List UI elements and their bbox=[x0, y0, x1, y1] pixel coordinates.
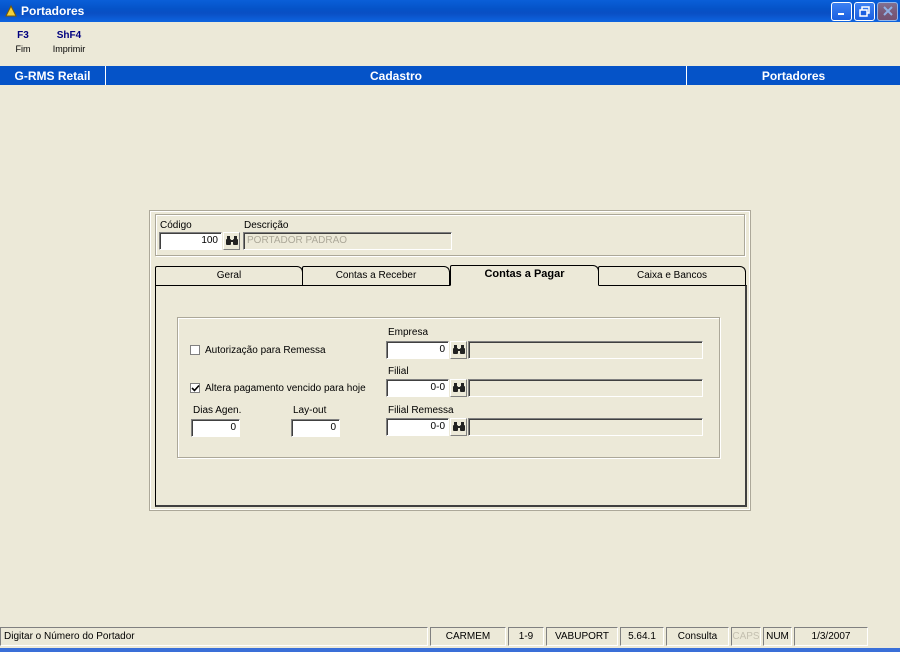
filial-search-button[interactable] bbox=[450, 379, 467, 397]
dias-label: Dias Agen. bbox=[193, 405, 242, 416]
fkey-shf4[interactable]: ShF4 Imprimir bbox=[46, 30, 92, 54]
fkey-key: F3 bbox=[17, 30, 29, 41]
filial-remessa-label: Filial Remessa bbox=[388, 405, 454, 416]
codigo-input[interactable]: 100 bbox=[159, 232, 222, 250]
status-bar: Digitar o Número do Portador CARMEM 1-9 … bbox=[0, 627, 900, 646]
descricao-field: PORTADOR PADRAO bbox=[243, 232, 452, 250]
function-keys: F3 Fim ShF4 Imprimir bbox=[0, 30, 92, 54]
empresa-description bbox=[468, 341, 703, 359]
window-title: Portadores bbox=[21, 4, 85, 18]
fkey-label: Imprimir bbox=[52, 44, 86, 54]
status-code: 1-9 bbox=[508, 627, 544, 646]
status-mode: Consulta bbox=[666, 627, 729, 646]
module-header: G-RMS Retail Cadastro Portadores bbox=[0, 66, 900, 85]
app-icon bbox=[5, 4, 17, 17]
fkey-label: Fim bbox=[15, 44, 31, 54]
status-message: Digitar o Número do Portador bbox=[0, 627, 428, 646]
filial-label: Filial bbox=[388, 366, 409, 377]
altera-label: Altera pagamento vencido para hoje bbox=[205, 383, 366, 394]
status-program: VABUPORT bbox=[546, 627, 618, 646]
layout-input[interactable]: 0 bbox=[291, 419, 340, 437]
minimize-button[interactable] bbox=[831, 1, 852, 21]
app-name: G-RMS Retail bbox=[0, 66, 106, 85]
fkey-f3[interactable]: F3 Fim bbox=[0, 30, 46, 54]
binoculars-icon bbox=[452, 383, 465, 392]
empresa-search-button[interactable] bbox=[450, 341, 467, 359]
status-date: 1/3/2007 bbox=[794, 627, 868, 646]
empresa-input[interactable]: 0 bbox=[386, 341, 449, 359]
fkey-key: ShF4 bbox=[56, 30, 82, 41]
empresa-label: Empresa bbox=[388, 327, 429, 338]
filial-remessa-input[interactable]: 0-0 bbox=[386, 418, 449, 436]
autorizacao-checkbox[interactable] bbox=[190, 345, 200, 355]
altera-checkbox[interactable] bbox=[190, 383, 200, 393]
module-name: Portadores bbox=[761, 68, 826, 83]
restore-icon bbox=[859, 5, 870, 17]
title-bar: Portadores bbox=[0, 0, 900, 22]
status-caps: CAPS bbox=[731, 627, 761, 646]
checkmark-icon bbox=[191, 384, 200, 392]
tab-geral[interactable]: Geral bbox=[155, 266, 303, 285]
dias-input[interactable]: 0 bbox=[191, 419, 240, 437]
codigo-search-button[interactable] bbox=[223, 232, 240, 250]
minimize-icon bbox=[837, 13, 844, 15]
codigo-label: Código bbox=[160, 220, 192, 231]
close-button[interactable] bbox=[877, 1, 898, 21]
tab-contas-pagar[interactable]: Contas a Pagar bbox=[450, 265, 599, 286]
section-name: Cadastro bbox=[106, 66, 687, 85]
layout-label: Lay-out bbox=[293, 405, 327, 416]
close-icon bbox=[882, 6, 893, 16]
filial-remessa-search-button[interactable] bbox=[450, 418, 467, 436]
filial-remessa-description bbox=[468, 418, 703, 436]
taskbar-edge bbox=[0, 648, 900, 652]
tab-caixa-bancos[interactable]: Caixa e Bancos bbox=[598, 266, 746, 285]
binoculars-icon bbox=[452, 345, 465, 354]
filial-description bbox=[468, 379, 703, 397]
restore-button[interactable] bbox=[854, 1, 875, 21]
status-user: CARMEM bbox=[430, 627, 506, 646]
autorizacao-label: Autorização para Remessa bbox=[205, 345, 326, 356]
status-version: 5.64.1 bbox=[620, 627, 664, 646]
descricao-label: Descrição bbox=[244, 220, 289, 231]
status-num: NUM bbox=[763, 627, 792, 646]
binoculars-icon bbox=[452, 422, 465, 431]
binoculars-icon bbox=[225, 236, 238, 245]
tab-contas-receber[interactable]: Contas a Receber bbox=[302, 266, 450, 285]
filial-input[interactable]: 0-0 bbox=[386, 379, 449, 397]
